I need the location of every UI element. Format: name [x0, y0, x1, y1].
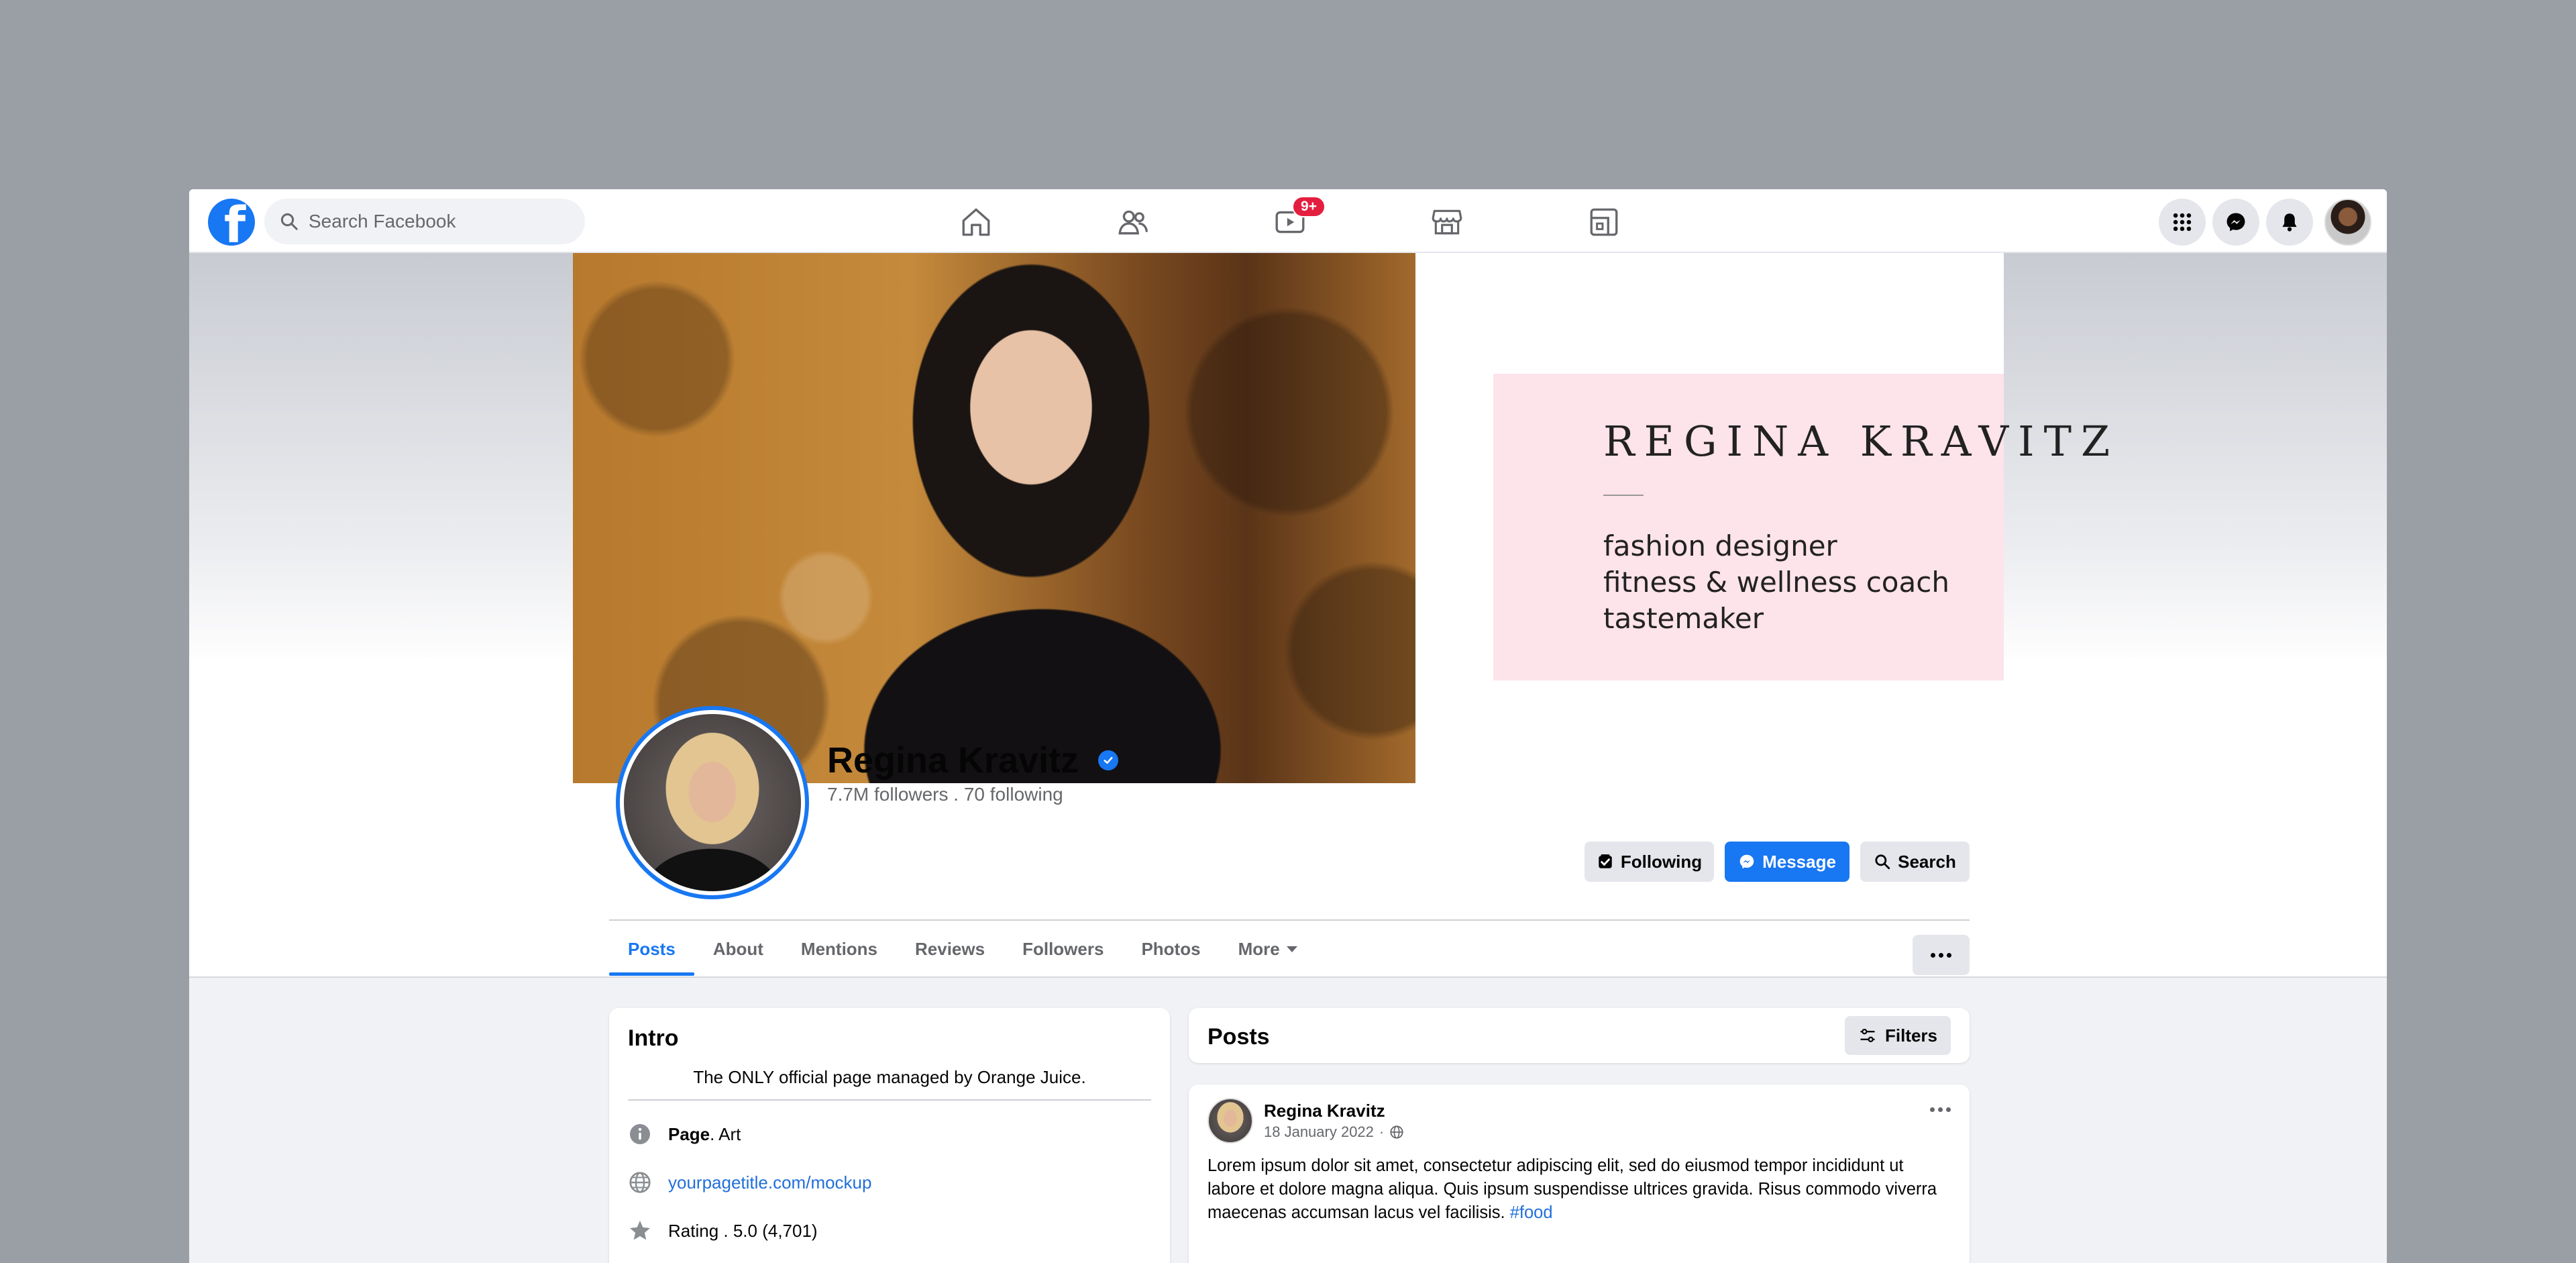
notifications-button[interactable] — [2266, 199, 2313, 246]
intro-card: Intro The ONLY official page managed by … — [609, 1008, 1170, 1263]
account-avatar[interactable] — [2324, 199, 2371, 246]
intro-title: Intro — [628, 1025, 679, 1051]
message-button[interactable]: Message — [1725, 842, 1849, 882]
tab-mentions[interactable]: Mentions — [782, 922, 896, 976]
top-navigation-bar: f 9+ — [189, 189, 2387, 253]
menu-button[interactable] — [2159, 199, 2206, 246]
cover-card-line: fitness & wellness coach — [1603, 566, 1949, 599]
notifications-bell-icon — [2282, 213, 2297, 232]
tab-reviews[interactable]: Reviews — [896, 922, 1004, 976]
tab-photos[interactable]: Photos — [1122, 922, 1219, 976]
website-link[interactable]: yourpagetitle.com/mockup — [668, 1172, 871, 1193]
post-hashtag[interactable]: #food — [1510, 1203, 1553, 1222]
nav-marketplace[interactable] — [1429, 204, 1465, 240]
search-icon — [1875, 854, 1890, 870]
watch-notification-badge: 9+ — [1292, 196, 1326, 217]
post-meta: 18 January 2022 · — [1264, 1123, 1404, 1141]
facebook-logo[interactable]: f — [208, 199, 255, 246]
info-icon — [630, 1124, 650, 1144]
nav-friends[interactable] — [1115, 204, 1151, 240]
cover-portrait-photo — [573, 253, 1415, 783]
profile-divider — [609, 919, 1970, 921]
globe-icon — [1390, 1125, 1403, 1139]
nav-gaming[interactable] — [1586, 204, 1622, 240]
messenger-icon — [2226, 213, 2245, 232]
profile-picture[interactable] — [616, 706, 809, 899]
follower-stats: 7.7M followers . 70 following — [827, 784, 1063, 805]
intro-page-category: Page . Art — [628, 1122, 741, 1146]
posts-title: Posts — [1208, 1024, 1270, 1050]
posts-header-card: Posts Filters — [1189, 1008, 1970, 1063]
cover-card-line: fashion designer — [1603, 529, 1837, 562]
post-text: Lorem ipsum dolor sit amet, consectetur … — [1208, 1154, 1952, 1225]
tab-followers[interactable]: Followers — [1004, 922, 1122, 976]
page-title: Regina Kravitz — [827, 740, 1079, 780]
profile-options-button[interactable] — [1913, 935, 1970, 975]
tab-more-label: More — [1238, 938, 1280, 959]
post-card: Regina Kravitz 18 January 2022 · Lorem i… — [1189, 1084, 1970, 1263]
post-date[interactable]: 18 January 2022 — [1264, 1123, 1374, 1141]
search-facebook-box[interactable] — [264, 199, 585, 244]
post-options-icon[interactable] — [1930, 1107, 1951, 1112]
cover-card-rule — [1603, 495, 1644, 496]
gaming-icon — [1590, 208, 1618, 236]
intro-website[interactable]: yourpagetitle.com/mockup — [628, 1170, 871, 1195]
messenger-button[interactable] — [2212, 199, 2259, 246]
home-icon — [962, 208, 990, 236]
messenger-icon — [1739, 854, 1754, 869]
post-body: Lorem ipsum dolor sit amet, consectetur … — [1208, 1156, 1937, 1222]
post-author-name[interactable]: Regina Kravitz — [1264, 1101, 1385, 1121]
search-icon — [280, 213, 298, 230]
verified-badge — [1098, 750, 1118, 770]
post-author-avatar[interactable] — [1208, 1098, 1253, 1144]
filters-button[interactable]: Filters — [1844, 1016, 1951, 1055]
nav-watch[interactable]: 9+ — [1272, 196, 1326, 240]
intro-bio: The ONLY official page managed by Orange… — [693, 1067, 1086, 1087]
checkmark-icon — [1104, 756, 1113, 764]
tab-about[interactable]: About — [694, 922, 782, 976]
tab-posts[interactable]: Posts — [609, 922, 694, 976]
cover-card-name: REGINA KRAVITZ — [1603, 417, 2120, 466]
star-icon — [630, 1221, 650, 1240]
more-dots-icon — [1931, 952, 1951, 958]
sliders-icon — [1860, 1028, 1875, 1043]
nav-home[interactable] — [958, 204, 994, 240]
following-button[interactable]: Following — [1585, 842, 1714, 882]
following-check-icon — [1599, 854, 1612, 868]
globe-icon — [629, 1172, 651, 1193]
friends-icon — [1118, 210, 1148, 235]
marketplace-icon — [1432, 209, 1462, 235]
tab-more[interactable]: More — [1220, 922, 1316, 976]
profile-tabs: Posts About Mentions Reviews Followers P… — [609, 922, 1316, 976]
header-bottom-divider — [189, 976, 2387, 978]
intro-divider — [628, 1099, 1151, 1101]
caret-down-icon — [1286, 946, 1297, 952]
cover-image[interactable]: REGINA KRAVITZ fashion designer fitness … — [573, 253, 2110, 783]
intro-rating: Rating . 5.0 (4,701) — [628, 1219, 818, 1243]
search-page-button[interactable]: Search — [1860, 842, 1970, 882]
cover-name-card: REGINA KRAVITZ fashion designer fitness … — [1493, 374, 2110, 680]
search-input[interactable] — [309, 211, 564, 232]
cover-card-line: tastemaker — [1603, 602, 1764, 635]
menu-grid-icon — [2173, 213, 2192, 232]
facebook-window: f 9+ — [189, 189, 2387, 1263]
